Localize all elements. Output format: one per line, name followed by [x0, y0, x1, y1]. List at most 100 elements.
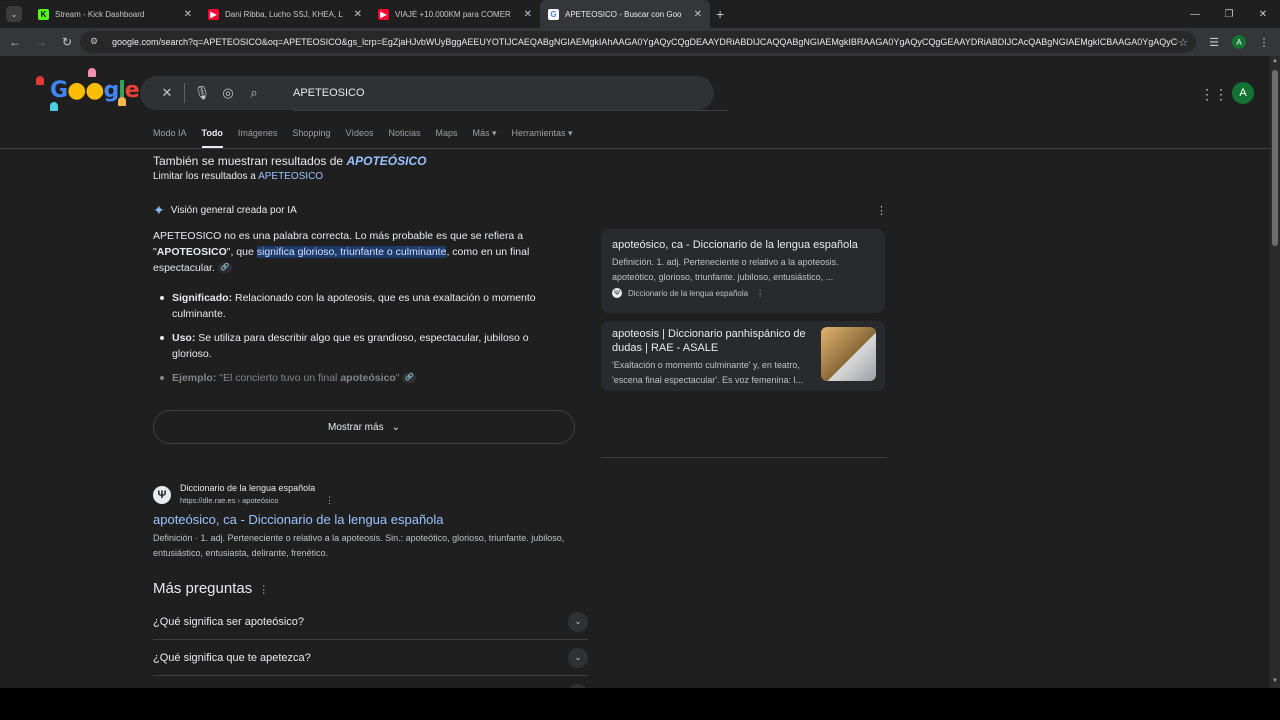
- result-site-name[interactable]: Diccionario de la lengua española: [180, 483, 315, 493]
- restore-button[interactable]: ❐: [1212, 0, 1246, 28]
- scroll-thumb[interactable]: [1272, 70, 1278, 246]
- list-item: Significado: Relacionado con la apoteosi…: [160, 290, 560, 322]
- selected-text: significa glorioso, triunfante o culmina…: [256, 246, 447, 258]
- bullet-key: Ejemplo:: [172, 372, 217, 384]
- spelling-notice: También se muestran resultados de APOTEÓ…: [153, 154, 426, 168]
- tab-maps[interactable]: Maps: [435, 128, 457, 148]
- tab-herramientas[interactable]: Herramientas ▾: [512, 128, 573, 148]
- google-doodle-logo[interactable]: G●●gle: [36, 64, 140, 114]
- search-icon[interactable]: ⌕: [241, 80, 267, 106]
- source-site: Ψ Diccionario de la lengua española ⋮: [612, 288, 874, 298]
- window-close-button[interactable]: ✕: [1246, 0, 1280, 28]
- close-icon[interactable]: ✕: [694, 9, 702, 20]
- paa-question[interactable]: ¿Qué significa que te apetezca? ⌄: [153, 640, 588, 676]
- chevron-down-icon: ⌄: [391, 421, 400, 433]
- tab-modo-ia[interactable]: Modo IA: [153, 128, 187, 148]
- show-more-button[interactable]: Mostrar más ⌄: [153, 410, 575, 444]
- bullet-key: Significado:: [172, 292, 233, 304]
- more-options-icon[interactable]: ⋮: [258, 584, 269, 596]
- scrollbar[interactable]: ▲ ▼: [1270, 56, 1280, 688]
- people-also-ask: Más preguntas ⋮: [153, 580, 269, 597]
- more-options-icon[interactable]: ⋮: [876, 204, 887, 217]
- more-options-icon[interactable]: ⋮: [756, 289, 764, 298]
- tab-videos[interactable]: Vídeos: [345, 128, 373, 148]
- back-button[interactable]: ←: [4, 31, 26, 53]
- divider: [601, 457, 887, 458]
- kick-icon: K: [38, 8, 49, 20]
- scroll-down-icon[interactable]: ▼: [1271, 678, 1279, 686]
- result-snippet: Definición · 1. adj. Perteneciente o rel…: [153, 533, 565, 558]
- result-title-link[interactable]: apoteósico, ca - Diccionario de la lengu…: [153, 512, 444, 527]
- rae-icon: Ψ: [153, 486, 171, 504]
- close-icon[interactable]: ✕: [524, 9, 532, 20]
- url-text: google.com/search?q=APETEOSICO&oq=APETEO…: [112, 37, 1179, 47]
- url-field[interactable]: ⚙ google.com/search?q=APETEOSICO&oq=APET…: [80, 31, 1196, 53]
- new-tab-button[interactable]: +: [716, 6, 724, 22]
- google-apps-icon[interactable]: ⋮⋮: [1200, 84, 1228, 104]
- tab-mas[interactable]: Más ▾: [473, 128, 497, 148]
- ai-overview-text: APETEOSICO no es una palabra correcta. L…: [153, 228, 553, 276]
- taskbar-strip: [0, 688, 1280, 720]
- rae-icon: Ψ: [612, 288, 622, 298]
- reload-button[interactable]: ↻: [56, 31, 78, 53]
- paa-heading: Más preguntas: [153, 580, 253, 597]
- tab-title: Stream - Kick Dashboard: [55, 9, 145, 19]
- scroll-up-icon[interactable]: ▲: [1271, 58, 1279, 66]
- source-card[interactable]: apoteosis | Diccionario panhispánico de …: [601, 321, 885, 391]
- limit-text: Limitar los resultados a: [153, 171, 259, 182]
- google-icon: G: [548, 8, 559, 20]
- limit-results: Limitar los resultados a APETEOSICO: [153, 171, 323, 182]
- link-icon[interactable]: 🔗: [402, 373, 417, 384]
- search-tabs: Modo IA Todo Imágenes Shopping Vídeos No…: [153, 128, 588, 148]
- ai-overview-title: Visión general creada por IA: [170, 205, 297, 216]
- source-title: apoteósico, ca - Diccionario de la lengu…: [612, 239, 858, 251]
- notice-text: También se muestran resultados de: [153, 154, 347, 168]
- source-card[interactable]: apoteósico, ca - Diccionario de la lengu…: [601, 229, 885, 313]
- original-term-link[interactable]: APETEOSICO: [258, 171, 323, 182]
- search-box[interactable]: APETEOSICO ✕ 🎙 ◎ ⌕: [140, 76, 728, 111]
- microphone-icon[interactable]: 🎙: [189, 80, 215, 106]
- close-icon[interactable]: ✕: [354, 9, 362, 20]
- tab-kick[interactable]: K Stream - Kick Dashboard ✕: [30, 0, 200, 28]
- tab-todo[interactable]: Todo: [201, 128, 223, 148]
- tab-imagenes[interactable]: Imágenes: [238, 128, 278, 148]
- profile-avatar[interactable]: A: [1232, 35, 1246, 49]
- link-icon[interactable]: 🔗: [217, 263, 232, 274]
- divider: [0, 148, 1270, 149]
- tab-search-button[interactable]: ⌄: [6, 6, 22, 22]
- results-page: G●●gle APETEOSICO ✕ 🎙 ◎ ⌕ ⋮⋮ A Modo IA T…: [0, 56, 1270, 688]
- tab-google-search[interactable]: G APETEOSICO - Buscar con Goo ✕: [540, 0, 710, 28]
- lens-camera-icon[interactable]: ◎: [215, 80, 241, 106]
- chevron-down-icon: ⌄: [568, 647, 588, 668]
- clear-icon[interactable]: ✕: [154, 80, 180, 106]
- corrected-term-link[interactable]: APOTEÓSICO: [346, 154, 426, 168]
- reading-list-icon[interactable]: ☰: [1204, 32, 1224, 52]
- question-text: ¿Qué significa que te apetezca?: [153, 651, 311, 664]
- tab-title: APETEOSICO - Buscar con Goo: [565, 9, 682, 19]
- paa-question[interactable]: ¿Qué significa ser apoteósico? ⌄: [153, 604, 588, 640]
- result-url[interactable]: https://dle.rae.es › apoteósico: [180, 496, 278, 505]
- forward-button[interactable]: →: [30, 31, 52, 53]
- question-text: ¿Qué significa ser apoteósico?: [153, 615, 305, 628]
- search-input[interactable]: APETEOSICO: [293, 75, 728, 111]
- source-desc: Definición. 1. adj. Perteneciente o rela…: [612, 257, 839, 282]
- site-info-icon[interactable]: ⚙: [90, 36, 102, 48]
- bookmark-star-icon[interactable]: ☆: [1178, 36, 1188, 49]
- tab-youtube-2[interactable]: ▶ VIAJÉ +10.000KM para COMER ✕: [370, 0, 540, 28]
- minimize-button[interactable]: —: [1178, 0, 1212, 28]
- source-desc: 'Exaltación o momento culminante' y, en …: [612, 360, 804, 385]
- tab-youtube-1[interactable]: ▶ Dani Ribba, Lucho SSJ, KHEA, L ✕: [200, 0, 370, 28]
- source-title: apoteosis | Diccionario panhispánico de …: [612, 328, 806, 354]
- bullet-bold: apoteósico: [340, 372, 396, 384]
- more-options-icon[interactable]: ⋮: [325, 495, 334, 506]
- tab-noticias[interactable]: Noticias: [388, 128, 420, 148]
- bullet-text: ": [395, 372, 400, 384]
- bullet-text: Se utiliza para describir algo que es gr…: [172, 332, 529, 360]
- source-thumbnail: [821, 327, 876, 381]
- browser-menu-icon[interactable]: ⋮: [1254, 32, 1274, 52]
- account-avatar[interactable]: A: [1232, 82, 1254, 104]
- tab-strip: ⌄ K Stream - Kick Dashboard ✕ ▶ Dani Rib…: [0, 0, 1280, 28]
- close-icon[interactable]: ✕: [184, 9, 192, 20]
- tab-shopping[interactable]: Shopping: [292, 128, 330, 148]
- paa-question[interactable]: ⌄: [153, 676, 588, 688]
